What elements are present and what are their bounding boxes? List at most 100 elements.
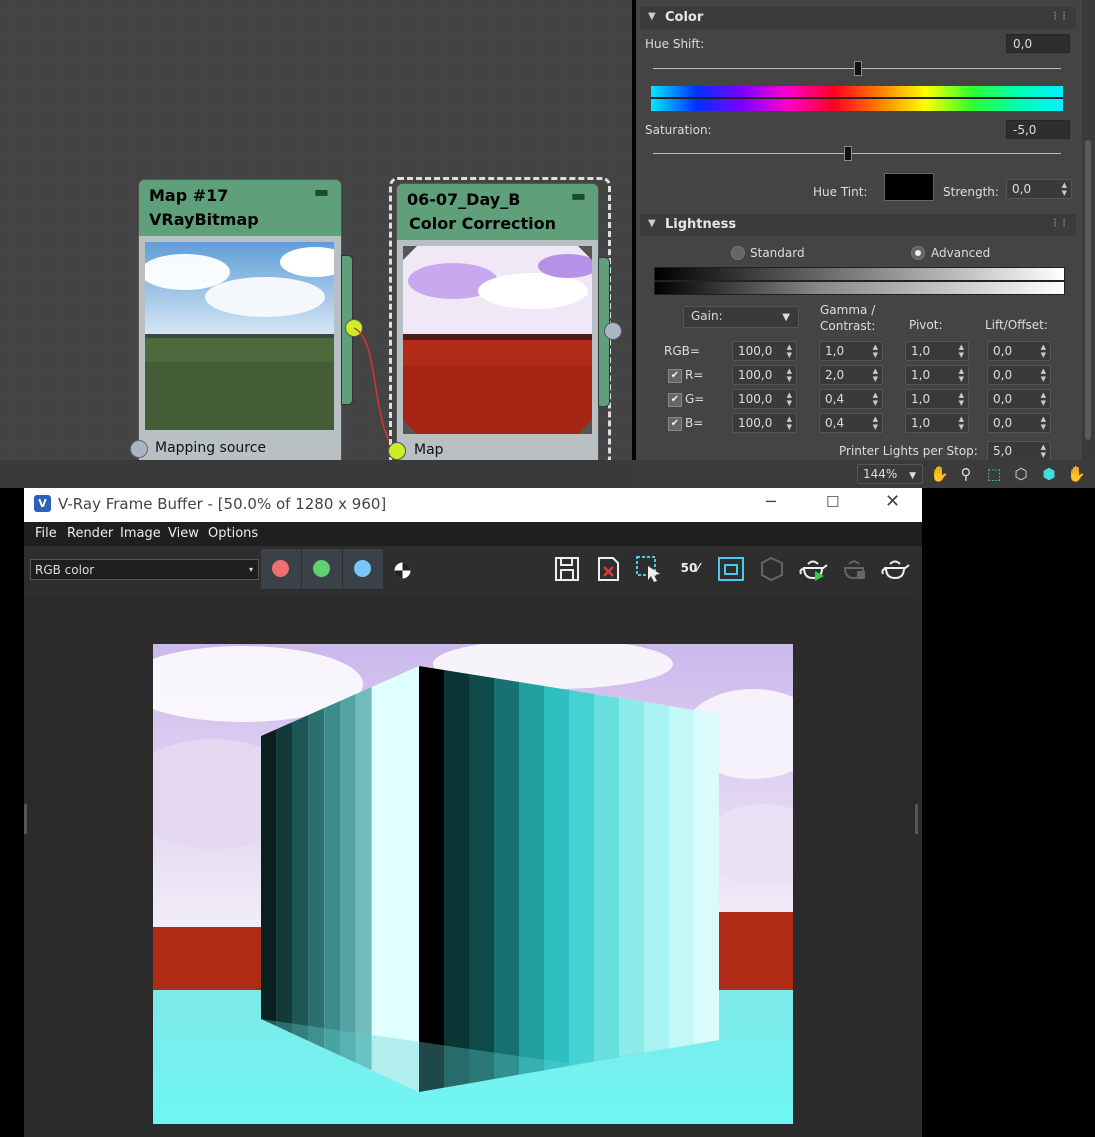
spinner-arrows-icon[interactable]: ▲ ▼ (1041, 367, 1046, 383)
radio-advanced-label: Advanced (931, 246, 991, 260)
menu-render[interactable]: Render (67, 526, 113, 541)
radio-advanced[interactable] (911, 246, 925, 260)
spinner-arrows-icon[interactable]: ▲ ▼ (959, 367, 964, 383)
row-enable-checkbox[interactable]: ✔ (668, 369, 682, 383)
spinner-arrows-icon[interactable]: ▲ ▼ (873, 367, 878, 383)
spinner-value: 100,0 (738, 392, 773, 406)
spinner-arrows-icon[interactable]: ▲ ▼ (1062, 181, 1067, 197)
spinner-arrows-icon[interactable]: ▲ ▼ (873, 415, 878, 431)
spinner-arrows-icon[interactable]: ▲ ▼ (1041, 415, 1046, 431)
lightness-lift-spinner[interactable]: 0,0 ▲ ▼ (987, 365, 1051, 385)
spinner-arrows-icon[interactable]: ▲ ▼ (1041, 391, 1046, 407)
lightness-gain-spinner[interactable]: 100,0 ▲ ▼ (732, 413, 797, 433)
clear-image-icon[interactable] (593, 554, 623, 584)
frame-all-icon[interactable]: ⬢ (1040, 465, 1058, 483)
stop-render-teapot-icon[interactable] (839, 554, 869, 584)
pan-hand-icon[interactable]: ✋ (930, 465, 949, 483)
render-viewport[interactable] (24, 594, 918, 1137)
frame-selected-icon[interactable]: ⬡ (1012, 465, 1030, 483)
spinner-arrows-icon[interactable]: ▲ ▼ (787, 367, 792, 383)
menu-image[interactable]: Image (120, 526, 161, 541)
saturation-slider-track[interactable] (653, 153, 1061, 154)
lightness-lift-spinner[interactable]: 0,0 ▲ ▼ (987, 341, 1051, 361)
render-teapot-icon[interactable] (798, 554, 828, 584)
hue-shift-slider-handle[interactable] (854, 61, 862, 76)
zoom-50-button[interactable]: 50⁄ (675, 554, 705, 584)
spinner-arrows-icon[interactable]: ▲ ▼ (959, 343, 964, 359)
red-channel-button[interactable] (261, 549, 301, 589)
lightness-gain-spinner[interactable]: 100,0 ▲ ▼ (732, 365, 797, 385)
dropdown-value: 144% (863, 467, 898, 481)
spinner-arrows-icon[interactable]: ▲ ▼ (787, 343, 792, 359)
map-input-port[interactable] (388, 442, 406, 460)
radio-standard[interactable] (731, 246, 745, 260)
alpha-channel-icon[interactable] (393, 561, 412, 580)
row-enable-checkbox[interactable]: ✔ (668, 417, 682, 431)
hue-tint-swatch[interactable] (884, 173, 934, 201)
hue-shift-field[interactable]: 0,0 (1006, 34, 1070, 53)
node-header[interactable]: 06-07_Day_B Color Correction ▬ (397, 184, 598, 240)
green-channel-button[interactable] (302, 549, 342, 589)
menu-options[interactable]: Options (208, 526, 258, 541)
lightness-gamma-spinner[interactable]: 0,4 ▲ ▼ (819, 389, 883, 409)
menu-view[interactable]: View (168, 526, 199, 541)
region-render-icon[interactable] (634, 554, 664, 584)
panel-scrollbar[interactable] (1082, 0, 1095, 460)
fit-frame-icon[interactable] (716, 554, 746, 584)
node-color-correction[interactable]: 06-07_Day_B Color Correction ▬ Map (388, 184, 598, 460)
spinner-arrows-icon[interactable]: ▲ ▼ (959, 415, 964, 431)
strength-spinner[interactable]: 0,0 ▲ ▼ (1006, 179, 1072, 199)
lightness-pivot-spinner[interactable]: 1,0 ▲ ▼ (905, 365, 969, 385)
rollout-header-lightness[interactable]: ▼ Lightness ⋮⋮ (640, 214, 1076, 236)
grip-icon: ⋮⋮ (1050, 11, 1069, 22)
close-icon[interactable]: ✕ (885, 491, 900, 512)
minimize-icon[interactable]: ▬ (571, 186, 586, 205)
spinner-arrows-icon[interactable]: ▲ ▼ (787, 391, 792, 407)
spinner-arrows-icon[interactable]: ▲ ▼ (1041, 443, 1046, 459)
pan-mode-icon[interactable]: ✋ (1067, 465, 1086, 483)
spinner-arrows-icon[interactable]: ▲ ▼ (959, 391, 964, 407)
lightness-lift-spinner[interactable]: 0,0 ▲ ▼ (987, 413, 1051, 433)
lightness-gain-spinner[interactable]: 100,0 ▲ ▼ (732, 341, 797, 361)
rollout-header-color[interactable]: ▼ Color ⋮⋮ (640, 7, 1076, 29)
cube-stripe (644, 702, 669, 1053)
spinner-arrows-icon[interactable]: ▲ ▼ (873, 391, 878, 407)
lightness-lift-spinner[interactable]: 0,0 ▲ ▼ (987, 389, 1051, 409)
zoom-region-icon[interactable]: ⬚ (985, 465, 1003, 483)
maximize-icon[interactable]: ☐ (826, 493, 839, 511)
right-resize-handle[interactable] (915, 804, 918, 834)
zoom-magnifier-icon[interactable]: ⚲ (957, 465, 975, 483)
lightness-pivot-spinner[interactable]: 1,0 ▲ ▼ (905, 389, 969, 409)
dropdown-value: RGB color (35, 563, 95, 577)
teapot-icon[interactable] (880, 554, 910, 584)
window-titlebar[interactable]: V V-Ray Frame Buffer - [50.0% of 1280 x … (24, 488, 922, 522)
menu-file[interactable]: File (35, 526, 57, 541)
spinner-arrows-icon[interactable]: ▲ ▼ (873, 343, 878, 359)
track-mouse-icon[interactable] (757, 554, 787, 584)
cube-stripe (569, 690, 594, 1066)
left-resize-handle[interactable] (24, 804, 27, 834)
printer-lights-spinner[interactable]: 5,0 ▲ ▼ (987, 441, 1051, 461)
lightness-pivot-spinner[interactable]: 1,0 ▲ ▼ (905, 341, 969, 361)
lightness-gamma-spinner[interactable]: 0,4 ▲ ▼ (819, 413, 883, 433)
spinner-arrows-icon[interactable]: ▲ ▼ (787, 415, 792, 431)
blue-channel-button[interactable] (343, 549, 383, 589)
cube-stripe (519, 682, 544, 1075)
minimize-icon[interactable]: ─ (766, 492, 776, 511)
saturation-field[interactable]: -5,0 (1006, 120, 1070, 139)
row-enable-checkbox[interactable]: ✔ (668, 393, 682, 407)
channel-dropdown[interactable]: RGB color ▾ (30, 559, 259, 580)
zoom-dropdown[interactable]: 144% ▼ (857, 464, 923, 484)
lightness-gamma-spinner[interactable]: 1,0 ▲ ▼ (819, 341, 883, 361)
spinner-arrows-icon[interactable]: ▲ ▼ (1041, 343, 1046, 359)
lightness-pivot-spinner[interactable]: 1,0 ▲ ▼ (905, 413, 969, 433)
output-port[interactable] (604, 322, 622, 340)
gain-dropdown[interactable]: Gain: ▼ (683, 306, 799, 328)
save-icon[interactable] (552, 554, 582, 584)
scrollbar-thumb[interactable] (1085, 140, 1091, 440)
lightness-gain-spinner[interactable]: 100,0 ▲ ▼ (732, 389, 797, 409)
node-editor-canvas[interactable]: Map #17 VRayBitmap ▬ Mapping source 06-0… (0, 0, 632, 460)
collapse-arrow-icon: ▼ (648, 218, 656, 229)
lightness-gamma-spinner[interactable]: 2,0 ▲ ▼ (819, 365, 883, 385)
saturation-slider-handle[interactable] (844, 146, 852, 161)
